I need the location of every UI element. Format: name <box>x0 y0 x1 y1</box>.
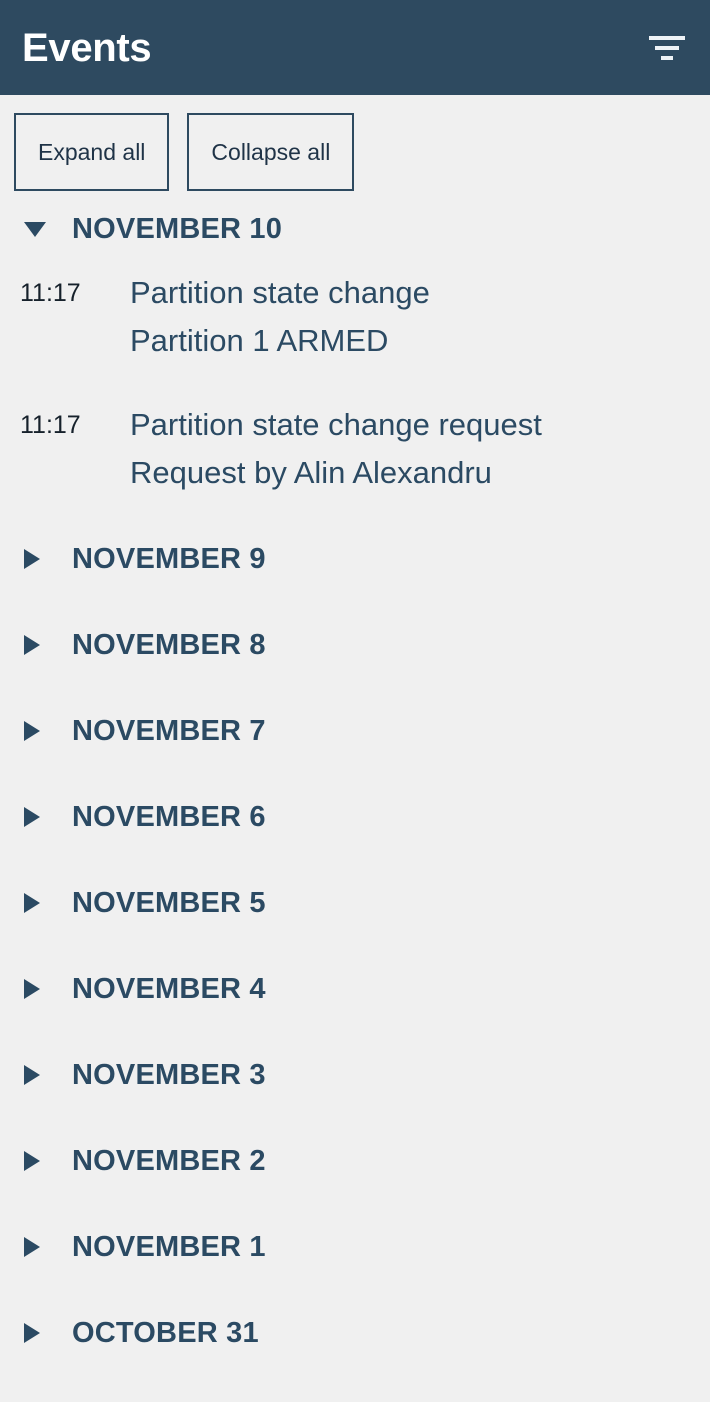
event-group: NOVEMBER 9 <box>0 533 710 585</box>
toolbar: Expand all Collapse all <box>0 95 710 191</box>
triangle-right-icon[interactable] <box>24 1323 50 1343</box>
filter-bar-middle <box>655 45 679 50</box>
collapse-all-button[interactable]: Collapse all <box>187 113 355 191</box>
group-date-label: NOVEMBER 8 <box>72 628 266 661</box>
page-title: Events <box>22 25 152 70</box>
triangle-right-icon[interactable] <box>24 1065 50 1085</box>
filter-icon[interactable] <box>646 28 688 68</box>
triangle-right-icon[interactable] <box>24 1237 50 1257</box>
event-group: NOVEMBER 8 <box>0 619 710 671</box>
group-date-label: NOVEMBER 2 <box>72 1144 266 1177</box>
group-header-8[interactable]: NOVEMBER 3 <box>0 1049 710 1101</box>
event-detail: Request by Alin Alexandru <box>130 455 492 490</box>
group-header-1[interactable]: NOVEMBER 10 <box>0 203 710 255</box>
caret-glyph <box>24 721 40 741</box>
group-date-label: NOVEMBER 4 <box>72 972 266 1005</box>
group-date-label: NOVEMBER 3 <box>72 1058 266 1091</box>
group-header-7[interactable]: NOVEMBER 4 <box>0 963 710 1015</box>
group-date-label: NOVEMBER 6 <box>72 800 266 833</box>
group-header-11[interactable]: OCTOBER 31 <box>0 1307 710 1359</box>
caret-glyph <box>24 1065 40 1085</box>
caret-glyph <box>24 1237 40 1257</box>
group-date-label: NOVEMBER 7 <box>72 714 266 747</box>
group-date-label: NOVEMBER 5 <box>72 886 266 919</box>
triangle-right-icon[interactable] <box>24 979 50 999</box>
event-group: OCTOBER 31 <box>0 1307 710 1359</box>
event-group: NOVEMBER 4 <box>0 963 710 1015</box>
caret-glyph <box>24 635 40 655</box>
group-header-5[interactable]: NOVEMBER 6 <box>0 791 710 843</box>
group-header-10[interactable]: NOVEMBER 1 <box>0 1221 710 1273</box>
caret-glyph <box>24 549 40 569</box>
event-group: NOVEMBER 10 11:17 Partition state change Pa… <box>0 203 710 497</box>
expand-all-button[interactable]: Expand all <box>14 113 170 191</box>
event-time: 11:17 <box>20 411 81 439</box>
event-group: NOVEMBER 6 <box>0 791 710 843</box>
event-group: NOVEMBER 7 <box>0 705 710 757</box>
group-header-6[interactable]: NOVEMBER 5 <box>0 877 710 929</box>
event-text-block: Partition state change Partition 1 ARMED <box>130 269 710 365</box>
triangle-right-icon[interactable] <box>24 721 50 741</box>
group-header-9[interactable]: NOVEMBER 2 <box>0 1135 710 1187</box>
app-header: Events <box>0 0 710 95</box>
event-group: NOVEMBER 5 <box>0 877 710 929</box>
triangle-down-icon[interactable] <box>24 221 50 237</box>
group-header-2[interactable]: NOVEMBER 9 <box>0 533 710 585</box>
group-date-label: NOVEMBER 1 <box>72 1230 266 1263</box>
event-row[interactable]: 11:17 Partition state change request Reque… <box>0 401 710 497</box>
event-title: Partition state change <box>130 275 430 310</box>
group-date-label: NOVEMBER 10 <box>72 212 283 245</box>
event-list: NOVEMBER 10 11:17 Partition state change Pa… <box>0 191 710 1359</box>
caret-glyph <box>24 979 40 999</box>
group-date-label: NOVEMBER 9 <box>72 542 266 575</box>
triangle-right-icon[interactable] <box>24 807 50 827</box>
group-body: 11:17 Partition state change Partition 1 A… <box>0 255 710 497</box>
event-detail: Partition 1 ARMED <box>130 323 389 358</box>
event-title: Partition state change request <box>130 407 542 442</box>
caret-glyph <box>24 221 46 237</box>
group-date-label: OCTOBER 31 <box>72 1316 259 1349</box>
event-group: NOVEMBER 3 <box>0 1049 710 1101</box>
caret-glyph <box>24 1151 40 1171</box>
caret-glyph <box>24 893 40 913</box>
event-group: NOVEMBER 2 <box>0 1135 710 1187</box>
filter-bar-bottom <box>661 55 673 60</box>
event-row[interactable]: 11:17 Partition state change Partition 1 A… <box>0 269 710 365</box>
caret-glyph <box>24 1323 40 1343</box>
event-group: NOVEMBER 1 <box>0 1221 710 1273</box>
event-time: 11:17 <box>20 279 81 307</box>
group-header-3[interactable]: NOVEMBER 8 <box>0 619 710 671</box>
triangle-right-icon[interactable] <box>24 549 50 569</box>
group-header-4[interactable]: NOVEMBER 7 <box>0 705 710 757</box>
filter-bar-top <box>649 35 685 40</box>
triangle-right-icon[interactable] <box>24 1151 50 1171</box>
caret-glyph <box>24 807 40 827</box>
triangle-right-icon[interactable] <box>24 893 50 913</box>
triangle-right-icon[interactable] <box>24 635 50 655</box>
event-text-block: Partition state change request Request by… <box>130 401 710 497</box>
